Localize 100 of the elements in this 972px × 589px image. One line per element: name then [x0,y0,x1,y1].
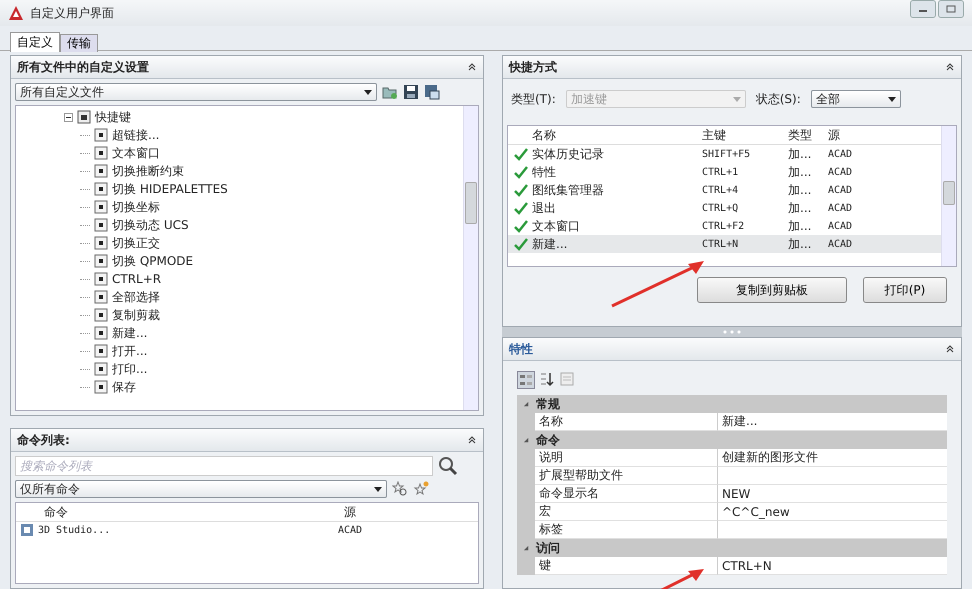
check-icon [514,237,528,251]
keyboard-icon [77,110,91,124]
shortcut-key-icon [94,146,108,160]
tree-item[interactable]: 切换坐标 [112,198,160,216]
save-icon[interactable] [403,84,419,100]
table-cell-text: SHIFT+F5 [702,148,752,160]
shortcut-row[interactable]: 新建... CTRL+N 加... ACAD [508,235,941,253]
panel-title: 所有文件中的自定义设置 [17,58,149,76]
group-toggle-icon[interactable] [523,544,530,552]
property-name: 键 [535,557,718,575]
maximize-button[interactable] [938,0,964,18]
tab[interactable]: 自定义 [10,32,60,52]
minimize-button[interactable] [910,0,936,18]
shortcut-row[interactable]: 退出 CTRL+Q 加... ACAD [508,199,941,217]
tree-item[interactable]: 复制剪裁 [112,306,160,324]
table-cell-text: CTRL+1 [702,166,740,178]
tree-item[interactable]: 切换正交 [112,234,160,252]
table-cell-text: 加... [788,200,812,216]
tree-item[interactable]: 快捷键 [95,108,131,126]
tree-toggle-icon[interactable] [64,112,73,122]
tree-item[interactable]: 切换 HIDEPALETTES [112,180,228,198]
table-cell-text: ACAD [828,166,854,178]
table-cell-text: 3D Studio... [38,524,112,536]
property-value[interactable]: NEW [718,485,947,503]
check-icon [514,165,528,179]
column-header[interactable]: 类型 [788,126,824,144]
property-value[interactable]: ^C^C_new [718,503,947,521]
shortcut-row[interactable]: 实体历史记录 SHIFT+F5 加... ACAD [508,145,941,163]
dropdown-arrow-icon [888,96,896,102]
scrollbar[interactable] [463,106,478,410]
shortcut-row[interactable]: 图纸集管理器 CTRL+4 加... ACAD [508,181,941,199]
property-name: 标签 [535,521,718,539]
table-cell-text: 加... [788,164,812,180]
shortcut-key-icon [94,164,108,178]
collapse-icon[interactable] [945,344,955,354]
maximize-icon [946,5,956,13]
star-icon[interactable] [413,481,429,497]
tree-item[interactable]: 保存 [112,378,136,396]
collapse-icon[interactable] [945,62,955,72]
table-cell-text: 加... [788,146,812,162]
group-toggle-icon[interactable] [523,400,530,408]
property-value[interactable]: CTRL+N [718,557,947,575]
shortcut-key-icon [94,236,108,250]
file-dropdown[interactable]: 所有自定义文件 [15,83,377,101]
tree-item[interactable]: CTRL+R [112,270,162,288]
app-logo-icon [8,5,24,21]
command-icon [20,523,34,537]
tree-item[interactable]: 切换动态 UCS [112,216,189,234]
shortcut-key-icon [94,308,108,322]
property-name: 说明 [535,449,718,467]
table-cell-text: 特性 [532,164,557,180]
check-icon [514,147,528,161]
tree-item[interactable]: 打印... [112,360,148,378]
table-cell-text: ACAD [828,184,854,196]
table-cell-text: CTRL+4 [702,184,740,196]
column-header[interactable]: 主键 [702,126,784,144]
filter-dropdown[interactable]: 仅所有命令 [15,480,387,498]
table-cell-text: 文本窗口 [532,218,581,234]
action-button[interactable]: 复制到剪贴板 [697,277,847,303]
star-search-icon[interactable] [392,481,408,497]
table-cell-text: 新建... [532,236,568,252]
group-toggle-icon[interactable] [523,436,530,444]
tree-item[interactable]: 打开... [112,342,148,360]
status-dropdown[interactable]: 全部 [810,90,901,108]
column-header[interactable]: 源 [828,126,888,144]
scrollbar[interactable] [941,126,956,266]
column-header[interactable]: 名称 [532,126,698,144]
shortcut-row[interactable]: 特性 CTRL+1 加... ACAD [508,163,941,181]
tree-item[interactable]: 切换 QPMODE [112,252,194,270]
tree-item[interactable]: 新建... [112,324,148,342]
tree-item[interactable]: 超链接... [112,126,160,144]
grip-dots-icon [722,330,742,334]
sort-icon[interactable] [539,371,555,387]
dropdown-arrow-icon [732,96,741,102]
column-header[interactable]: 源 [344,504,478,520]
splitter-handle[interactable] [502,327,962,337]
property-value[interactable]: 创建新的图形文件 [718,449,947,467]
property-name: 名称 [535,413,718,431]
shortcut-row[interactable]: 文本窗口 CTRL+F2 加... ACAD [508,217,941,235]
group-title: 常规 [536,396,560,412]
search-icon[interactable] [438,456,458,476]
table-cell-text: 加... [788,218,812,234]
panel-title: 快捷方式 [509,58,557,76]
save-as-icon[interactable] [424,84,440,100]
table-cell-text: CTRL+N [702,238,740,250]
property-value[interactable]: 新建... [718,413,947,431]
action-button[interactable]: 打印(P) [863,277,947,303]
shortcut-key-icon [94,182,108,196]
collapse-icon[interactable] [467,435,477,445]
tab[interactable]: 传输 [60,34,98,52]
tree-item[interactable]: 文本窗口 [112,144,160,162]
search-field[interactable]: 搜索命令列表 [15,456,433,476]
collapse-icon[interactable] [467,62,477,72]
shortcut-key-icon [94,254,108,268]
table-cell-text: ACAD [828,202,854,214]
column-header[interactable]: 命令 [16,504,344,520]
table-cell-text: ACAD [828,220,854,232]
tree-item[interactable]: 全部选择 [112,288,160,306]
tree-item[interactable]: 切换推断约束 [112,162,184,180]
table-cell-text: 加... [788,182,812,198]
